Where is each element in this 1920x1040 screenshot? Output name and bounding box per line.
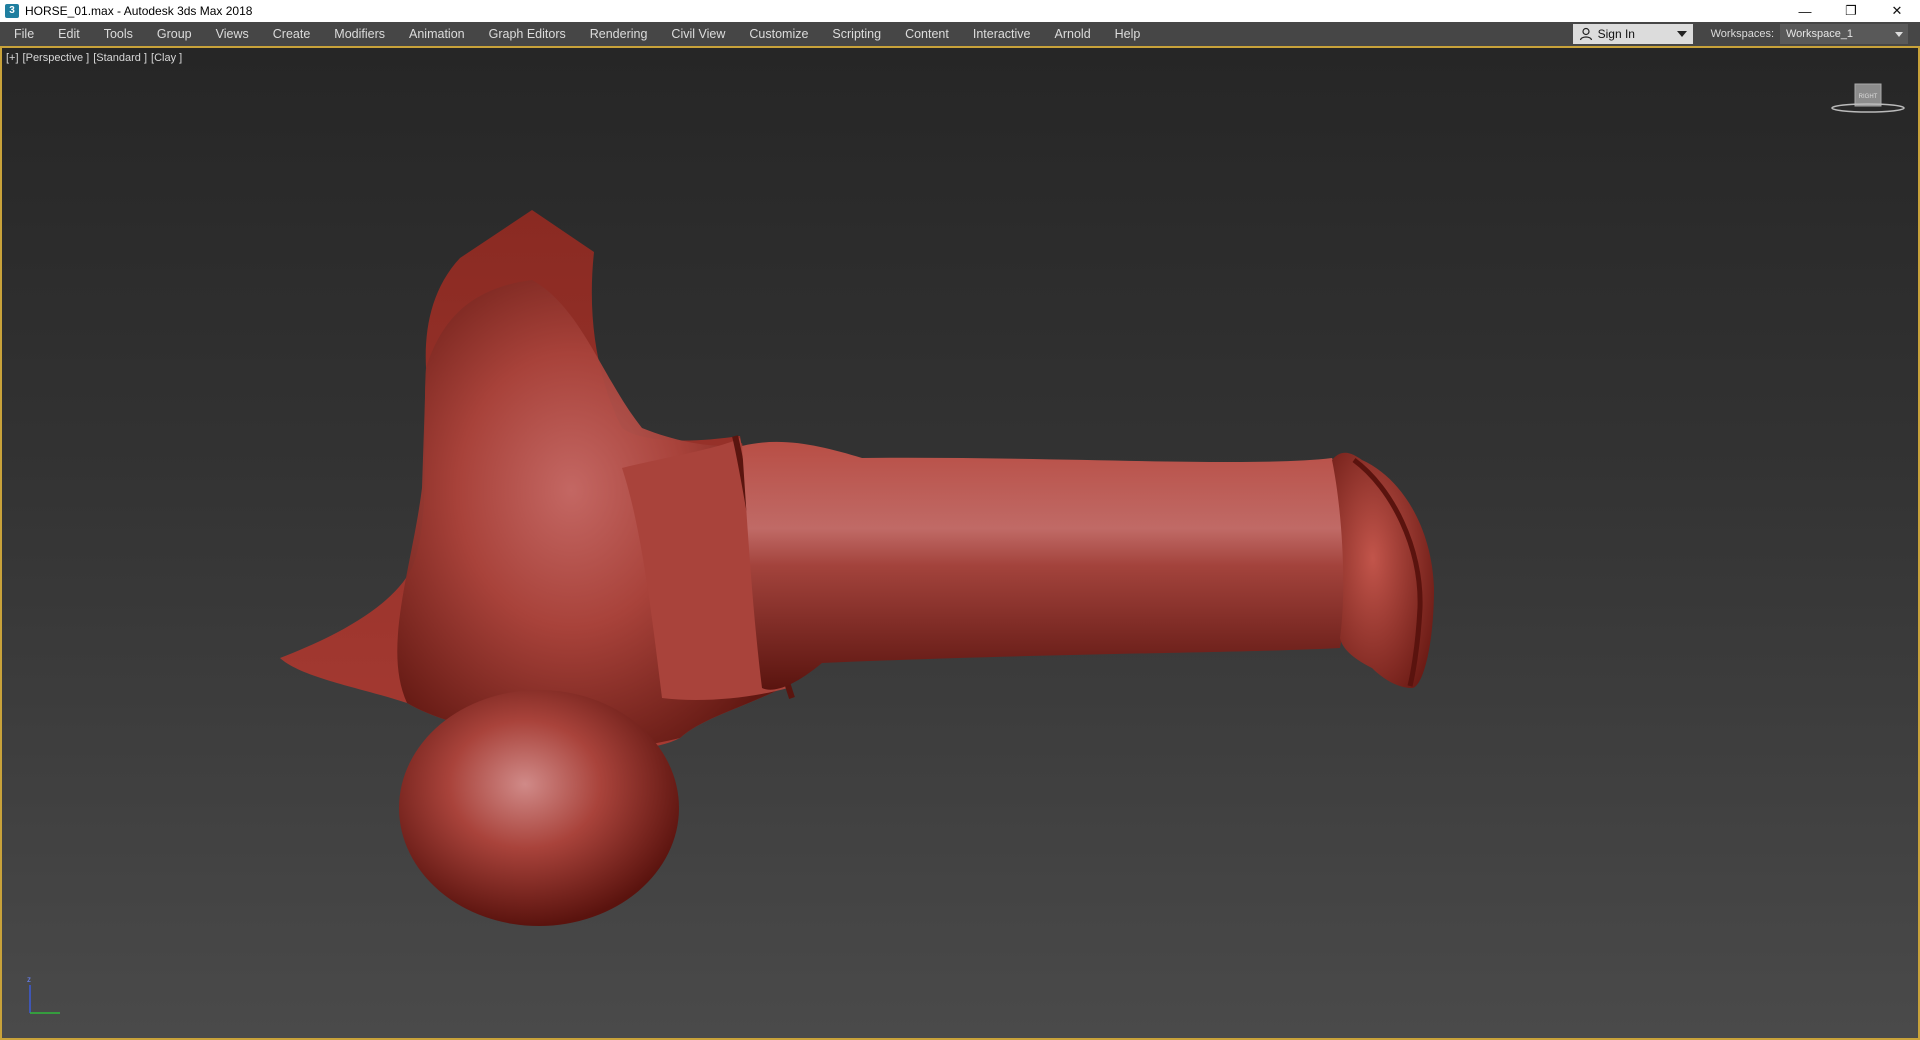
window-title: HORSE_01.max - Autodesk 3ds Max 2018 [25,4,253,18]
menu-modifiers[interactable]: Modifiers [322,22,397,46]
menu-customize[interactable]: Customize [737,22,820,46]
menu-rendering[interactable]: Rendering [578,22,660,46]
chevron-down-icon [1676,31,1687,37]
workspace-select[interactable]: Workspace_1 [1780,24,1908,44]
menu-group[interactable]: Group [145,22,204,46]
menu-arnold[interactable]: Arnold [1043,22,1103,46]
restore-button[interactable]: ❐ [1828,0,1874,22]
chevron-down-icon [1895,31,1903,37]
menu-tools[interactable]: Tools [92,22,145,46]
sign-in-label: Sign In [1597,27,1635,41]
perspective-viewport[interactable]: [+] [Perspective ] [Standard ] [Clay ] R… [0,48,1920,1040]
menu-interactive[interactable]: Interactive [961,22,1043,46]
viewcube-face-label: RIGHT [1859,94,1878,100]
menu-views[interactable]: Views [204,22,261,46]
sign-in-button[interactable]: Sign In [1572,24,1693,44]
menu-file[interactable]: File [0,22,46,46]
menu-create[interactable]: Create [261,22,323,46]
menu-graph-editors[interactable]: Graph Editors [477,22,578,46]
menu-bar: File Edit Tools Group Views Create Modif… [0,22,1920,48]
title-bar: 3 HORSE_01.max - Autodesk 3ds Max 2018 —… [0,0,1920,23]
minimize-button[interactable]: — [1782,0,1828,22]
menu-civil-view[interactable]: Civil View [659,22,737,46]
model-ball [399,690,679,926]
workspaces-label: Workspaces: [1710,28,1774,40]
menu-content[interactable]: Content [893,22,961,46]
menu-edit[interactable]: Edit [46,22,92,46]
model-shaft [742,441,1347,690]
close-button[interactable]: ✕ [1874,0,1920,22]
menu-help[interactable]: Help [1103,22,1153,46]
app-icon: 3 [5,4,19,18]
viewcube[interactable]: RIGHT [1822,78,1912,138]
menu-scripting[interactable]: Scripting [820,22,893,46]
axis-tripod: z [27,975,60,1014]
workspace-value: Workspace_1 [1786,28,1854,40]
horse-model[interactable] [2,48,1918,1038]
menu-animation[interactable]: Animation [397,22,477,46]
axis-z-label: z [27,975,31,984]
user-icon [1579,27,1592,41]
